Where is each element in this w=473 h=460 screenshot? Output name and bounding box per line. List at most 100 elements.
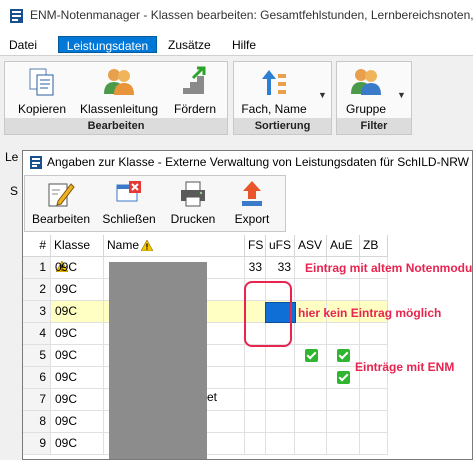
cell-asv[interactable]	[295, 323, 327, 345]
chevron-down-icon[interactable]: ▼	[397, 90, 406, 100]
cell-asv[interactable]	[295, 279, 327, 301]
schliessen-label: Schließen	[102, 212, 156, 226]
drucken-label: Drucken	[170, 212, 216, 226]
cell-asv[interactable]	[295, 411, 327, 433]
menu-datei[interactable]: Datei	[9, 36, 37, 53]
column-header-number[interactable]: #	[23, 235, 51, 257]
chevron-down-icon[interactable]: ▼	[318, 90, 327, 100]
menu-zusaetze[interactable]: Zusätze	[168, 36, 211, 53]
cell-n: 3	[23, 301, 51, 323]
printer-icon	[181, 181, 205, 207]
menu-bar: Datei Leistungsdaten Zusätze Hilfe	[0, 33, 473, 55]
cell-zb[interactable]	[360, 411, 388, 433]
cell-ufs[interactable]	[266, 389, 295, 411]
cell-aue[interactable]	[327, 433, 360, 455]
cell-klasse[interactable]: 09C	[51, 279, 104, 301]
export-label: Export	[234, 212, 270, 226]
cell-ufs[interactable]	[266, 433, 295, 455]
bearbeiten-button[interactable]: Bearbeiten	[29, 179, 93, 226]
cell-klasse[interactable]: 09C	[51, 257, 104, 279]
column-header-zb[interactable]: ZB	[360, 235, 388, 257]
app-icon	[10, 9, 23, 23]
sort-label: Fach, Name	[241, 102, 307, 116]
cell-ufs[interactable]	[266, 345, 295, 367]
cell-asv[interactable]	[295, 345, 327, 367]
cell-zb[interactable]	[360, 323, 388, 345]
cell-n: 6	[23, 367, 51, 389]
ribbon-group-label: Sortierung	[234, 118, 331, 134]
checkmark-icon	[337, 349, 350, 362]
annotation-text: Eintrag mit altem Notenmodul	[305, 261, 473, 275]
column-header-label: ASV	[298, 238, 323, 252]
cell-fs[interactable]	[245, 345, 266, 367]
column-header-ufs[interactable]: uFS	[266, 235, 295, 257]
menu-leistungsdaten[interactable]: Leistungsdaten	[58, 36, 157, 53]
column-header-name[interactable]: Name	[104, 235, 245, 257]
dialog-toolbar: Bearbeiten Schließen Drucken Export	[24, 175, 286, 232]
gruppe-button[interactable]: Gruppe	[341, 66, 391, 116]
dialog-title: Angaben zur Klasse - Externe Verwaltung …	[47, 155, 470, 169]
cell-klasse[interactable]: 09C	[51, 367, 104, 389]
cell-ufs[interactable]	[266, 367, 295, 389]
ribbon: Kopieren Klassenleitung Fördern Bearbeit…	[0, 55, 473, 142]
name-fragment: et	[207, 390, 218, 404]
column-header-label: AuE	[330, 238, 353, 252]
klassenleitung-label: Klassenleitung	[79, 102, 159, 116]
cell-asv[interactable]	[295, 433, 327, 455]
schliessen-button[interactable]: Schließen	[98, 179, 160, 226]
cell-zb[interactable]	[360, 279, 388, 301]
cell-fs[interactable]: 33	[245, 257, 266, 279]
drucken-button[interactable]: Drucken	[167, 179, 219, 226]
users-icon	[104, 69, 134, 95]
redacted-names	[109, 262, 207, 459]
klassenleitung-button[interactable]: Klassenleitung	[77, 66, 161, 116]
cell-ufs[interactable]	[266, 411, 295, 433]
column-header-klasse[interactable]: Klasse	[51, 235, 104, 272]
cell-klasse[interactable]: 09C	[51, 389, 104, 411]
ribbon-group-bearbeiten: Kopieren Klassenleitung Fördern Bearbeit…	[4, 61, 228, 135]
sort-icon	[262, 70, 286, 95]
cell-klasse[interactable]: 09C	[51, 301, 104, 323]
cell-ufs[interactable]: 33	[266, 257, 295, 279]
dialog-title-bar: Angaben zur Klasse - Externe Verwaltung …	[23, 151, 472, 173]
sort-fach-name-button[interactable]: Fach, Name	[240, 66, 308, 116]
column-header-label: Klasse	[54, 238, 91, 252]
cell-n: 7	[23, 389, 51, 411]
gruppe-label: Gruppe	[345, 102, 387, 116]
export-button[interactable]: Export	[227, 179, 277, 226]
cell-fs[interactable]	[245, 411, 266, 433]
cell-n: 5	[23, 345, 51, 367]
cell-aue[interactable]	[327, 279, 360, 301]
column-header-fs[interactable]: FS	[245, 235, 266, 257]
cell-asv[interactable]	[295, 367, 327, 389]
ribbon-group-label: Bearbeiten	[5, 118, 227, 134]
cell-klasse[interactable]: 09C	[51, 345, 104, 367]
cell-aue[interactable]	[327, 411, 360, 433]
cell-fs[interactable]	[245, 433, 266, 455]
column-header-asv[interactable]: ASV	[295, 235, 327, 257]
cell-aue[interactable]	[327, 389, 360, 411]
cell-klasse[interactable]: 09C	[51, 323, 104, 345]
cell-klasse[interactable]: 09C	[51, 433, 104, 455]
cell-zb[interactable]	[360, 389, 388, 411]
column-header-label: ZB	[363, 238, 379, 252]
bearbeiten-label: Bearbeiten	[31, 212, 91, 226]
cell-n: 1	[23, 257, 51, 279]
cell-klasse[interactable]: 09C	[51, 411, 104, 433]
column-header-aue[interactable]: AuE	[327, 235, 360, 257]
foerdern-button[interactable]: Fördern	[168, 66, 222, 116]
kopieren-label: Kopieren	[17, 102, 67, 116]
menu-hilfe[interactable]: Hilfe	[232, 36, 256, 53]
dialog-window: Angaben zur Klasse - Externe Verwaltung …	[22, 150, 473, 460]
copy-icon	[29, 68, 54, 96]
cell-zb[interactable]	[360, 433, 388, 455]
ribbon-group-filter: Gruppe ▼ Filter	[336, 61, 412, 135]
stairs-icon	[183, 66, 206, 94]
cell-fs[interactable]	[245, 367, 266, 389]
cell-aue[interactable]	[327, 323, 360, 345]
kopieren-button[interactable]: Kopieren	[12, 66, 72, 116]
cell-fs[interactable]	[245, 389, 266, 411]
cell-asv[interactable]	[295, 389, 327, 411]
cell-n: 9	[23, 433, 51, 455]
app-icon	[30, 156, 42, 169]
